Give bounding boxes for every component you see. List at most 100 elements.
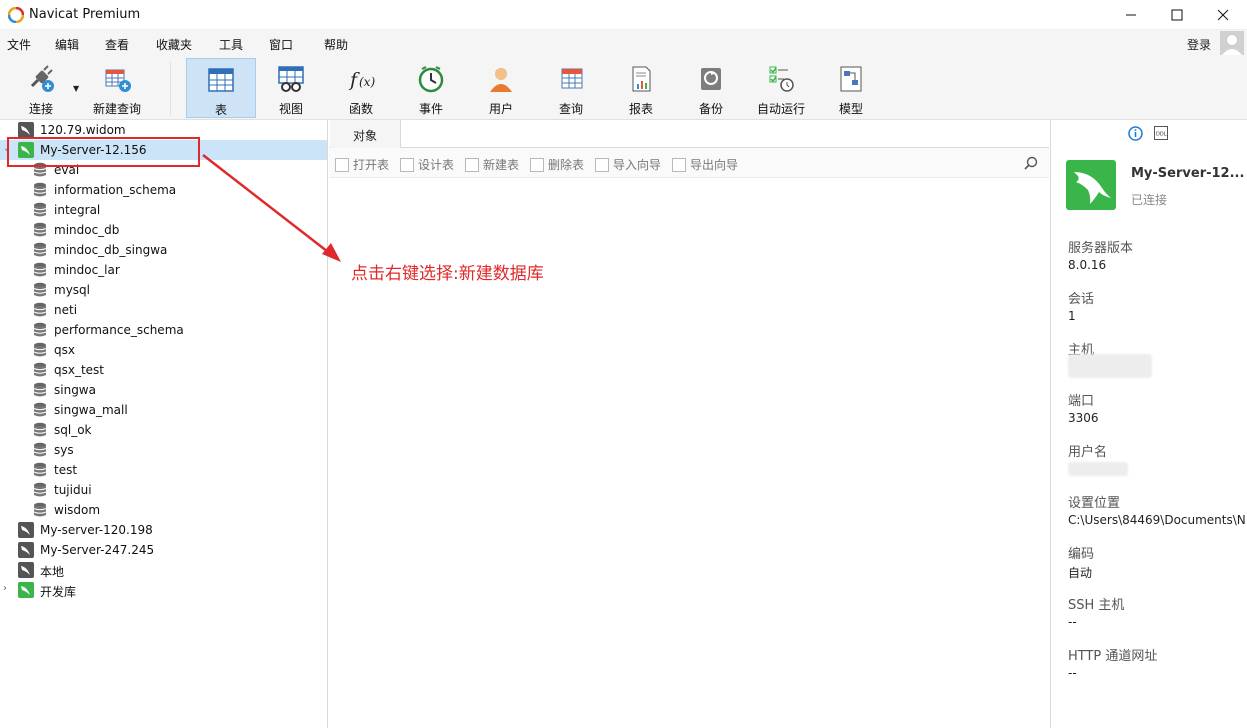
menu-edit[interactable]: 编辑 xyxy=(55,36,79,53)
delete-table-button[interactable]: 删除表 xyxy=(530,156,584,173)
menu-window[interactable]: 窗口 xyxy=(269,36,293,53)
tree-connection-my-server-120-198[interactable]: My-server-120.198 xyxy=(0,520,327,540)
tree-database-item[interactable]: sql_ok xyxy=(0,420,327,440)
tree-database-item[interactable]: mindoc_db xyxy=(0,220,327,240)
expand-chevron-icon[interactable]: › xyxy=(3,583,7,594)
query-button[interactable]: 查询 xyxy=(536,58,606,118)
svg-text:(x): (x) xyxy=(359,75,375,89)
menu-view[interactable]: 查看 xyxy=(105,36,129,53)
database-cylinder-icon xyxy=(33,222,47,237)
export-wizard-icon xyxy=(672,157,686,172)
tree-database-item[interactable]: information_schema xyxy=(0,180,327,200)
database-cylinder-icon xyxy=(33,322,47,337)
design-table-label: 设计表 xyxy=(418,158,455,172)
connect-button[interactable]: 连接 xyxy=(6,58,76,118)
new-table-icon xyxy=(465,157,479,172)
backup-icon xyxy=(701,68,721,90)
new-query-button[interactable]: 新建查询 xyxy=(82,58,152,118)
tree-database-item[interactable]: integral xyxy=(0,200,327,220)
tree-database-item[interactable]: test xyxy=(0,460,327,480)
tree-connection-dev-db[interactable]: › 开发库 xyxy=(0,580,327,600)
search-icon[interactable] xyxy=(1024,156,1038,170)
import-wizard-icon xyxy=(595,157,609,172)
tree-database-item[interactable]: mindoc_lar xyxy=(0,260,327,280)
automation-button[interactable]: 自动运行 xyxy=(746,58,816,118)
info-icon[interactable] xyxy=(1128,126,1143,141)
menu-file[interactable]: 文件 xyxy=(7,36,31,53)
login-link[interactable]: 登录 xyxy=(1187,36,1211,53)
new-query-label: 新建查询 xyxy=(92,102,141,116)
tree-database-item[interactable]: singwa xyxy=(0,380,327,400)
design-table-button[interactable]: 设计表 xyxy=(400,156,454,173)
tree-database-label: singwa_mall xyxy=(54,403,128,417)
tree-database-item[interactable]: wisdom xyxy=(0,500,327,520)
view-button[interactable]: 视图 xyxy=(256,58,326,118)
function-label: 函数 xyxy=(348,102,373,116)
tree-database-item[interactable]: neti xyxy=(0,300,327,320)
tree-database-item[interactable]: qsx_test xyxy=(0,360,327,380)
delete-table-label: 删除表 xyxy=(548,158,585,172)
tree-database-item[interactable]: mysql xyxy=(0,280,327,300)
export-wizard-button[interactable]: 导出向导 xyxy=(672,156,738,173)
maximize-button[interactable] xyxy=(1154,0,1200,30)
model-button[interactable]: 模型 xyxy=(816,58,886,118)
database-cylinder-icon xyxy=(33,422,47,437)
tree-database-item[interactable]: singwa_mall xyxy=(0,400,327,420)
function-button[interactable]: f (x) 函数 xyxy=(326,58,396,118)
session-label: 会话 xyxy=(1068,292,1095,307)
event-button[interactable]: 事件 xyxy=(396,58,466,118)
svg-text:DDL: DDL xyxy=(1156,132,1167,138)
tree-database-item[interactable]: mindoc_db_singwa xyxy=(0,240,327,260)
maximize-icon xyxy=(1171,9,1183,21)
database-cylinder-icon xyxy=(33,302,47,317)
menu-help[interactable]: 帮助 xyxy=(324,36,348,53)
database-cylinder-icon xyxy=(33,462,47,477)
username-value-redacted xyxy=(1068,462,1128,476)
database-cylinder-icon xyxy=(33,202,47,217)
report-icon xyxy=(632,66,651,92)
tree-connection-local[interactable]: 本地 xyxy=(0,560,327,580)
tree-database-item[interactable]: tujidui xyxy=(0,480,327,500)
open-table-button[interactable]: 打开表 xyxy=(335,156,389,173)
ddl-icon[interactable]: DDL xyxy=(1154,126,1168,140)
window-title: Navicat Premium xyxy=(29,7,141,22)
import-wizard-button[interactable]: 导入向导 xyxy=(595,156,661,173)
annotation-highlight-box xyxy=(7,137,200,167)
ssh-host-value: -- xyxy=(1068,615,1077,629)
new-table-button[interactable]: 新建表 xyxy=(465,156,519,173)
settings-location-value: C:\Users\84469\Documents\N xyxy=(1068,513,1246,527)
tab-objects[interactable]: 对象 xyxy=(330,120,401,148)
tree-connection-my-server-247-245[interactable]: My-Server-247.245 xyxy=(0,540,327,560)
tree-database-item[interactable]: qsx xyxy=(0,340,327,360)
tree-database-item[interactable]: performance_schema xyxy=(0,320,327,340)
database-cylinder-icon xyxy=(33,502,47,517)
avatar[interactable] xyxy=(1220,31,1244,55)
report-label: 报表 xyxy=(628,102,653,116)
export-wizard-label: 导出向导 xyxy=(690,158,739,172)
tree-connection-label: 开发库 xyxy=(40,585,77,599)
menu-favorites[interactable]: 收藏夹 xyxy=(156,36,192,53)
user-label: 用户 xyxy=(488,102,513,116)
menu-tools[interactable]: 工具 xyxy=(219,36,243,53)
backup-button[interactable]: 备份 xyxy=(676,58,746,118)
close-button[interactable] xyxy=(1200,0,1246,30)
toolbar-separator xyxy=(170,62,171,116)
import-wizard-label: 导入向导 xyxy=(613,158,662,172)
minimize-button[interactable] xyxy=(1108,0,1154,30)
session-value: 1 xyxy=(1068,309,1076,323)
design-table-icon xyxy=(400,157,414,172)
tree-database-item[interactable]: sys xyxy=(0,440,327,460)
report-button[interactable]: 报表 xyxy=(606,58,676,118)
username-label: 用户名 xyxy=(1068,445,1108,460)
host-value-redacted xyxy=(1068,354,1152,378)
connect-dropdown-caret-icon[interactable]: ▼ xyxy=(73,84,79,93)
mysql-connection-closed-icon xyxy=(18,122,34,138)
user-button[interactable]: 用户 xyxy=(466,58,536,118)
server-version-value: 8.0.16 xyxy=(1068,258,1107,272)
close-icon xyxy=(1217,9,1229,21)
table-button[interactable]: 表 xyxy=(186,58,256,118)
tree-database-label: integral xyxy=(54,203,101,217)
object-toolbar: 打开表 设计表 新建表 删除表 导入向导 导出向导 xyxy=(329,148,1049,178)
user-icon xyxy=(490,68,512,92)
mysql-connection-closed-icon xyxy=(18,522,34,538)
